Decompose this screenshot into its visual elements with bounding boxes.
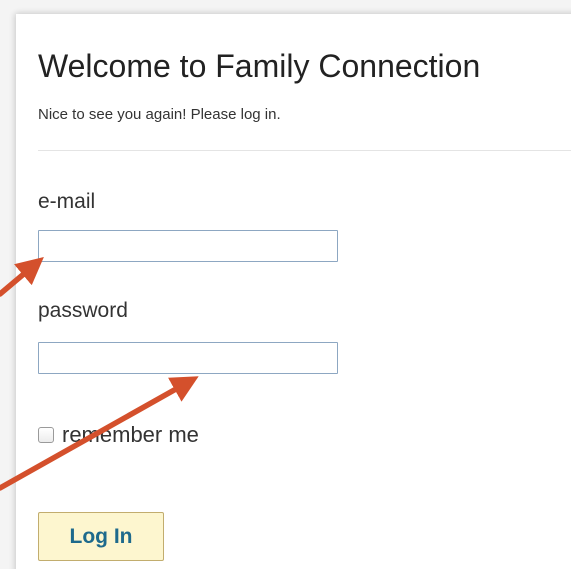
screenshot-stage: Welcome to Family Connection Nice to see… [0,0,571,569]
remember-me-label: remember me [62,422,199,447]
remember-me-checkbox[interactable] [38,427,54,443]
page-subtitle: Nice to see you again! Please log in. [38,106,281,123]
password-field[interactable] [38,342,338,374]
login-panel [16,14,571,569]
login-button[interactable]: Log In [38,512,164,561]
email-label: e-mail [38,190,96,213]
page-title: Welcome to Family Connection [38,48,481,84]
email-field[interactable] [38,230,338,262]
password-label: password [38,299,128,322]
header-divider [38,150,571,151]
remember-me-row[interactable]: remember me [38,422,199,448]
